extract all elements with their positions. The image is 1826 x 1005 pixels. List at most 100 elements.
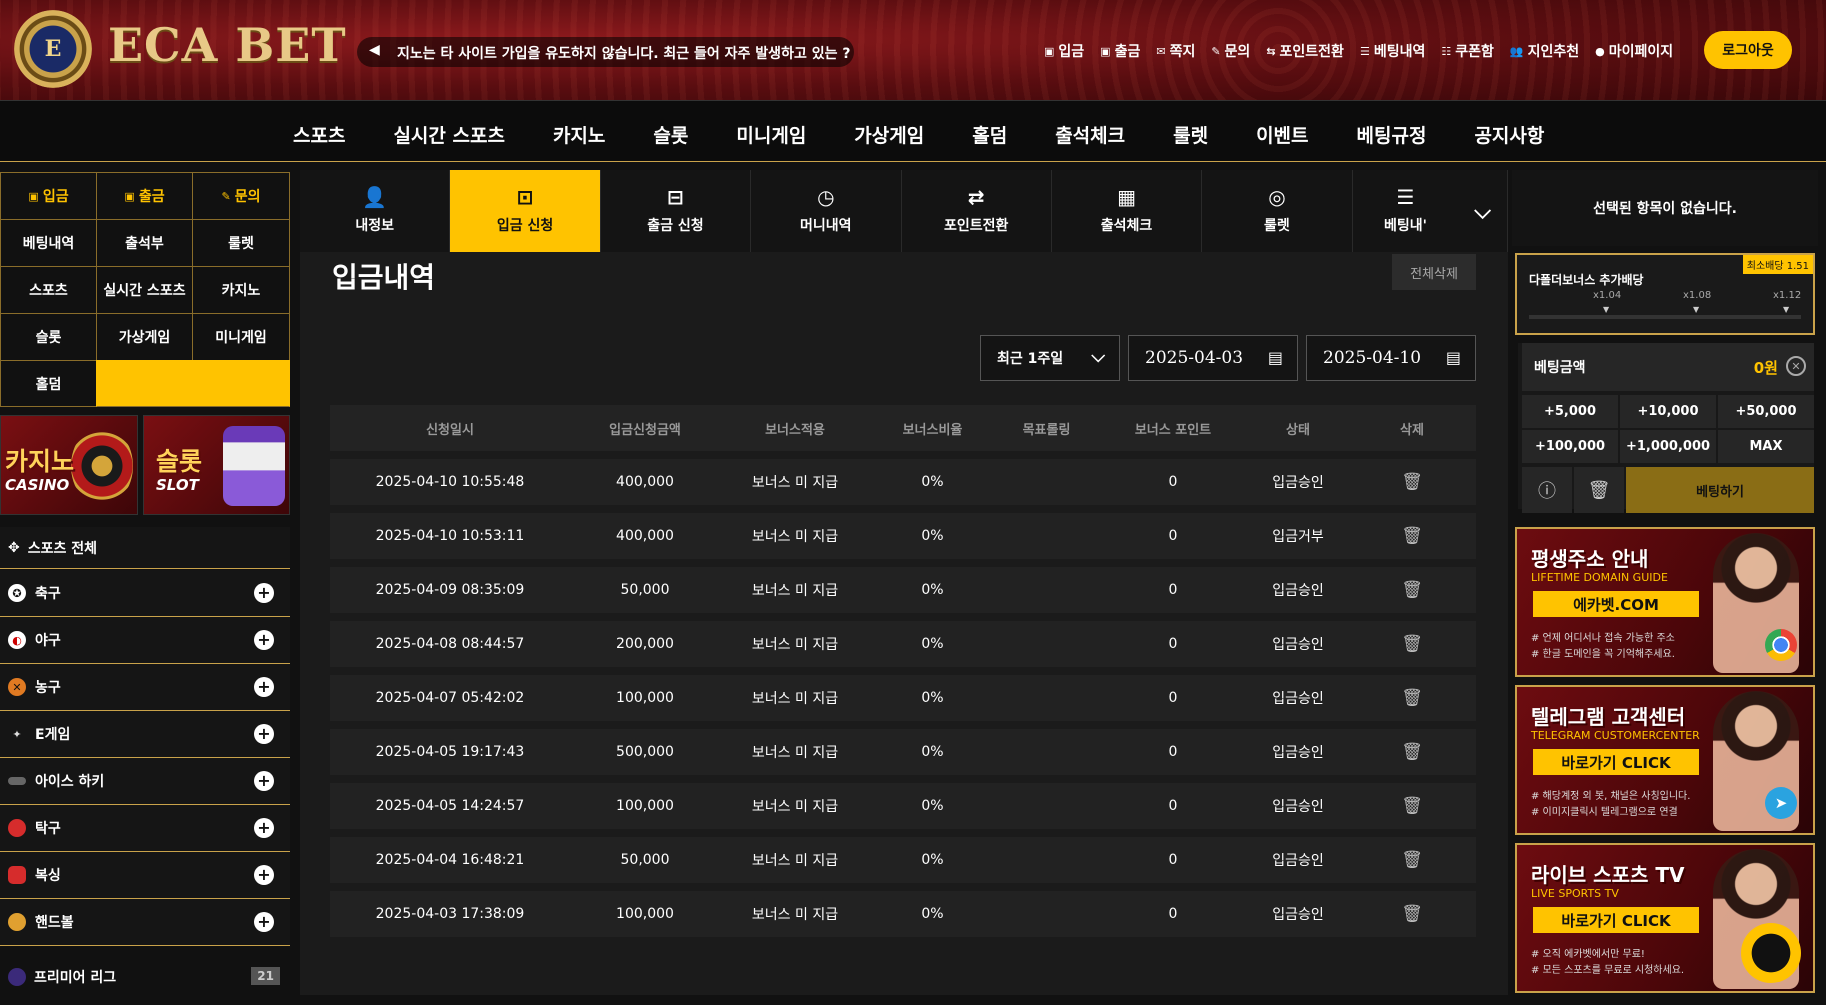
tab-bet-history[interactable]: ☰ 베팅내' (1353, 170, 1459, 252)
top-link-point-exchange[interactable]: ⇆ 포인트전환 (1266, 41, 1344, 61)
quick-sports[interactable]: 스포츠 (0, 266, 96, 313)
quick-casino[interactable]: 카지노 (192, 266, 290, 313)
plus-icon[interactable]: + (254, 771, 274, 791)
quick-inquiry[interactable]: ✎ 문의 (192, 172, 290, 219)
date-to-input[interactable]: 2025-04-10 ▤ (1306, 335, 1476, 381)
logout-button[interactable]: 로그아웃 (1704, 31, 1792, 69)
delete-row-button[interactable]: 🗑 (1348, 688, 1476, 708)
plus-icon[interactable]: + (254, 583, 274, 603)
sports-all[interactable]: ✥ 스포츠 전체 (0, 527, 290, 569)
top-link-deposit[interactable]: ▣ 입금 (1044, 41, 1084, 61)
nav-casino[interactable]: 카지노 (553, 121, 605, 148)
sport-item-egame[interactable]: ✦ E게임 + (0, 711, 290, 758)
delete-row-button[interactable]: 🗑 (1348, 796, 1476, 816)
chip-1000000[interactable]: +1,000,000 (1620, 430, 1716, 463)
nav-bet-rules[interactable]: 베팅규정 (1357, 121, 1427, 148)
tab-withdraw-request[interactable]: ⊟ 출금 신청 (601, 170, 752, 252)
delete-all-button[interactable]: 전체삭제 (1392, 254, 1476, 290)
calendar-icon[interactable]: ▤ (1446, 348, 1461, 367)
tab-attendance[interactable]: ▦ 출석체크 (1052, 170, 1203, 252)
plus-icon[interactable]: + (254, 677, 274, 697)
top-link-message[interactable]: ✉ 쪽지 (1156, 41, 1195, 61)
chip-50000[interactable]: +50,000 (1718, 395, 1814, 428)
promo-button[interactable]: 바로가기 CLICK (1533, 907, 1699, 933)
period-select[interactable]: 최근 1주일 ⌵ (980, 335, 1120, 381)
quick-roulette[interactable]: 룰렛 (192, 219, 290, 266)
nav-sports[interactable]: 스포츠 (293, 121, 345, 148)
chip-5000[interactable]: +5,000 (1522, 395, 1618, 428)
sport-item-ice-hockey[interactable]: 아이스 하키 + (0, 758, 290, 805)
sport-item-basketball[interactable]: ✕ 농구 + (0, 664, 290, 711)
top-link-withdraw[interactable]: ▣ 출금 (1100, 41, 1140, 61)
slot-banner[interactable]: 슬롯 SLOT (143, 415, 290, 515)
top-link-inquiry[interactable]: ✎ 문의 (1211, 41, 1250, 61)
cell-amount: 500,000 (616, 744, 674, 760)
promo-live-sports-tv[interactable]: 라이브 스포츠 TV LIVE SPORTS TV 바로가기 CLICK # 오… (1515, 843, 1815, 993)
quick-withdraw[interactable]: ▣ 출금 (96, 172, 192, 219)
tab-label: 베팅내' (1383, 218, 1427, 234)
delete-row-button[interactable]: 🗑 (1348, 526, 1476, 546)
info-button[interactable]: ⓘ (1522, 467, 1572, 513)
sport-item-baseball[interactable]: ◐ 야구 + (0, 617, 290, 664)
promo-domain-guide[interactable]: 평생주소 안내 LIFETIME DOMAIN GUIDE 에카벳.COM # … (1515, 527, 1815, 677)
plus-icon[interactable]: + (254, 865, 274, 885)
sport-item-boxing[interactable]: 복싱 + (0, 852, 290, 899)
chip-100000[interactable]: +100,000 (1522, 430, 1618, 463)
nav-slot[interactable]: 슬롯 (653, 121, 688, 148)
clear-icon[interactable]: ✕ (1786, 356, 1806, 376)
nav-attendance[interactable]: 출석체크 (1055, 121, 1125, 148)
nav-minigame[interactable]: 미니게임 (736, 121, 806, 148)
plus-icon[interactable]: + (254, 818, 274, 838)
top-link-mypage[interactable]: ● 마이페이지 (1595, 41, 1673, 61)
plus-icon[interactable]: + (254, 724, 274, 744)
delete-row-button[interactable]: 🗑 (1348, 904, 1476, 924)
top-link-label: 포인트전환 (1279, 44, 1344, 60)
top-link-referral[interactable]: 👥 지인추천 (1510, 41, 1579, 61)
plus-icon[interactable]: + (254, 912, 274, 932)
plus-icon[interactable]: + (254, 630, 274, 650)
quick-attendance[interactable]: 출석부 (96, 219, 192, 266)
date-from-input[interactable]: 2025-04-03 ▤ (1128, 335, 1298, 381)
calendar-icon[interactable]: ▤ (1268, 348, 1283, 367)
nav-virtual-game[interactable]: 가상게임 (854, 121, 924, 148)
sport-item-handball[interactable]: 핸드볼 + (0, 899, 290, 946)
quick-slot[interactable]: 슬롯 (0, 313, 96, 360)
clear-slip-button[interactable]: 🗑 (1574, 467, 1624, 513)
tab-deposit-request[interactable]: ⊡ 입금 신청 (450, 170, 601, 252)
sport-item-soccer[interactable]: ✪ 축구 + (0, 570, 290, 617)
promo-button[interactable]: 에카벳.COM (1533, 591, 1699, 617)
promo-telegram[interactable]: 텔레그램 고객센터 TELEGRAM CUSTOMERCENTER 바로가기 C… (1515, 685, 1815, 835)
top-link-bet-history[interactable]: ☰ 베팅내역 (1360, 41, 1425, 61)
nav-live-sports[interactable]: 실시간 스포츠 (393, 121, 505, 148)
delete-row-button[interactable]: 🗑 (1348, 634, 1476, 654)
delete-row-button[interactable]: 🗑 (1348, 472, 1476, 492)
place-bet-button[interactable]: 베팅하기 (1626, 467, 1814, 513)
chip-10000[interactable]: +10,000 (1620, 395, 1716, 428)
tabs-more-button[interactable]: ⌵ (1458, 170, 1508, 252)
promo-button[interactable]: 바로가기 CLICK (1533, 749, 1699, 775)
logo-text[interactable]: ECA BET (108, 18, 347, 72)
league-premier[interactable]: 프리미어 리그 21 (0, 958, 290, 996)
quick-deposit[interactable]: ▣ 입금 (0, 172, 96, 219)
quick-bet-history[interactable]: 베팅내역 (0, 219, 96, 266)
casino-banner[interactable]: 카지노 CASINO (0, 415, 138, 515)
delete-row-button[interactable]: 🗑 (1348, 742, 1476, 762)
nav-roulette[interactable]: 룰렛 (1173, 121, 1208, 148)
delete-row-button[interactable]: 🗑 (1348, 580, 1476, 600)
nav-notice[interactable]: 공지사항 (1474, 121, 1544, 148)
nav-holdem[interactable]: 홀덤 (972, 121, 1007, 148)
quick-holdem[interactable]: 홀덤 (0, 360, 96, 407)
tab-money-history[interactable]: ◷ 머니내역 (751, 170, 902, 252)
tab-point-exchange[interactable]: ⇄ 포인트전환 (902, 170, 1052, 252)
quick-live-sports[interactable]: 실시간 스포츠 (96, 266, 192, 313)
quick-minigame[interactable]: 미니게임 (192, 313, 290, 360)
top-link-coupon[interactable]: ☷ 쿠폰함 (1441, 41, 1494, 61)
delete-row-button[interactable]: 🗑 (1348, 850, 1476, 870)
tab-my-info[interactable]: 👤 내정보 (300, 170, 451, 252)
sport-item-table-tennis[interactable]: 탁구 + (0, 805, 290, 852)
quick-virtual-game[interactable]: 가상게임 (96, 313, 192, 360)
chip-max[interactable]: MAX (1718, 430, 1814, 463)
nav-event[interactable]: 이벤트 (1256, 121, 1308, 148)
tab-roulette[interactable]: ◎ 룰렛 (1202, 170, 1353, 252)
logo-emblem[interactable]: E (14, 10, 92, 88)
